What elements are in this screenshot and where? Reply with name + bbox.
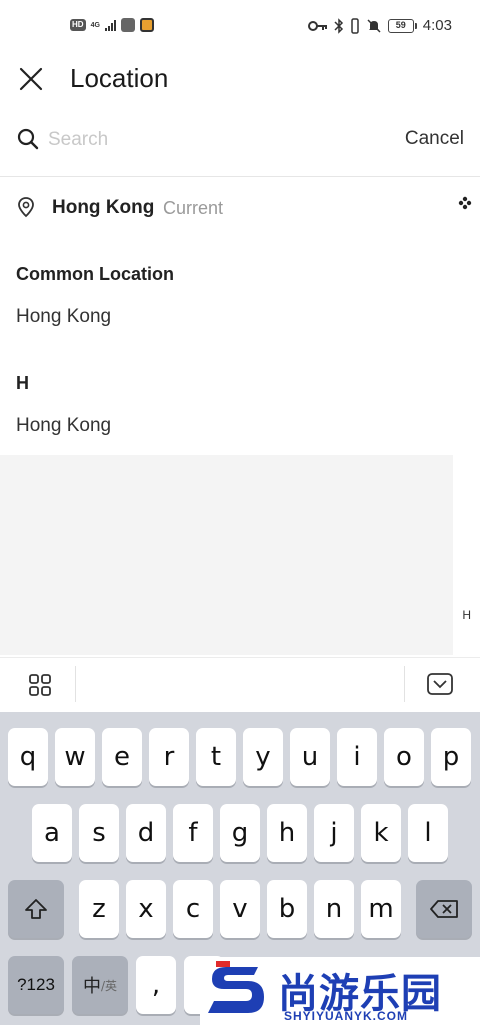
page-title: Location <box>70 63 169 93</box>
cancel-button[interactable]: Cancel <box>405 128 464 150</box>
network-type: 4G <box>90 21 100 29</box>
key-n[interactable]: n <box>314 880 354 938</box>
locate-icon[interactable] <box>458 196 472 210</box>
hd-badge: HD <box>70 19 86 31</box>
search-input[interactable] <box>48 124 368 156</box>
comma-key[interactable]: , <box>136 956 176 1014</box>
language-key-label: 中 <box>82 976 101 997</box>
watermark: 尚游乐园 SHYIYUANYK.COM <box>200 957 480 1025</box>
bluetooth-icon <box>334 17 343 34</box>
current-location-row[interactable]: Hong Kong Current <box>0 190 480 226</box>
watermark-text-en: SHYIYUANYK.COM <box>284 1009 409 1023</box>
current-tag: Current <box>163 198 224 218</box>
status-right: 59 4:03 <box>307 17 452 34</box>
battery-icon: 59 <box>387 18 417 33</box>
toolbar-divider <box>75 666 76 702</box>
key-v[interactable]: v <box>220 880 260 938</box>
key-s[interactable]: s <box>79 804 119 862</box>
vibrate-icon <box>351 17 359 34</box>
key-w[interactable]: w <box>55 728 95 786</box>
key-c[interactable]: c <box>173 880 213 938</box>
language-switch-key[interactable]: 中/英 <box>72 956 128 1014</box>
list-item[interactable]: Hong Kong <box>16 415 111 437</box>
key-icon <box>307 20 327 31</box>
shift-icon <box>25 899 47 919</box>
key-l[interactable]: l <box>408 804 448 862</box>
section-header-common: Common Location <box>16 264 174 284</box>
key-i[interactable]: i <box>337 728 377 786</box>
key-q[interactable]: q <box>8 728 48 786</box>
key-y[interactable]: y <box>243 728 283 786</box>
toolbar-divider <box>404 666 405 702</box>
app-notification-icon <box>120 18 135 32</box>
location-pin-icon <box>18 197 34 218</box>
key-f[interactable]: f <box>173 804 213 862</box>
key-m[interactable]: m <box>361 880 401 938</box>
app-notification-icon <box>139 18 154 32</box>
key-t[interactable]: t <box>196 728 236 786</box>
battery-level: 59 <box>387 18 414 33</box>
current-city-name: Hong Kong <box>52 197 155 218</box>
status-bar: HD 4G 59 4:03 <box>0 0 480 54</box>
signal-icon <box>104 19 116 31</box>
key-j[interactable]: j <box>314 804 354 862</box>
key-o[interactable]: o <box>384 728 424 786</box>
close-button[interactable] <box>14 62 48 96</box>
key-h[interactable]: h <box>267 804 307 862</box>
search-bar: Cancel <box>0 118 480 162</box>
close-icon <box>19 67 43 91</box>
key-u[interactable]: u <box>290 728 330 786</box>
key-z[interactable]: z <box>79 880 119 938</box>
shift-key[interactable] <box>8 880 64 938</box>
search-icon <box>17 128 39 150</box>
mute-icon <box>367 18 381 33</box>
key-b[interactable]: b <box>267 880 307 938</box>
divider <box>0 176 480 177</box>
backspace-icon <box>430 900 458 918</box>
key-d[interactable]: d <box>126 804 166 862</box>
key-k[interactable]: k <box>361 804 401 862</box>
key-r[interactable]: r <box>149 728 189 786</box>
keyboard-hide-icon[interactable] <box>426 672 454 698</box>
keyboard-toolbar <box>0 657 480 712</box>
grid-icon[interactable] <box>28 673 52 697</box>
status-left: HD 4G <box>70 18 154 32</box>
key-g[interactable]: g <box>220 804 260 862</box>
language-key-sublabel: /英 <box>100 978 118 993</box>
key-a[interactable]: a <box>32 804 72 862</box>
index-letter-h[interactable]: H <box>462 608 471 622</box>
key-x[interactable]: x <box>126 880 166 938</box>
numbers-key[interactable]: ?123 <box>8 956 64 1014</box>
section-header-h: H <box>16 373 29 393</box>
backspace-key[interactable] <box>416 880 472 938</box>
watermark-logo <box>208 961 264 1013</box>
header: Location <box>0 56 480 102</box>
empty-list-area <box>0 455 453 655</box>
key-p[interactable]: p <box>431 728 471 786</box>
clock: 4:03 <box>422 17 452 34</box>
key-e[interactable]: e <box>102 728 142 786</box>
list-item[interactable]: Hong Kong <box>16 306 111 328</box>
